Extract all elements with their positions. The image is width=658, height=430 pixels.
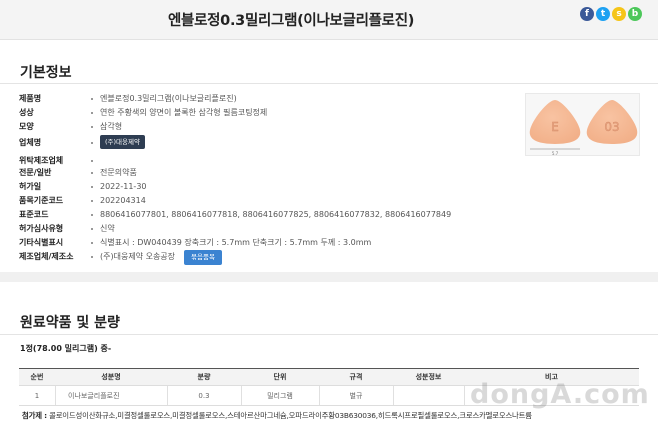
column-separator [319,386,320,405]
bullet-icon [91,256,93,258]
info-label: 표준코드 [19,210,49,219]
info-row: 모양 삼각형 [19,121,519,134]
info-label: 모양 [19,122,34,131]
additives-label: 첨가제 : [22,411,47,420]
column-header: 단위 [273,373,287,381]
page-title: 엔블로정0.3밀리그램(이나보글리플로진) [168,13,415,29]
info-row: 업체명 [19,137,519,150]
info-label: 허가심사유형 [19,224,64,233]
additives-list: 콜로이드성이산화규소,미결정셀룰로오스,미결정셀룰로오스,스테아르산마그네슘,오… [49,411,532,420]
info-row: 표준코드 8806416077801, 8806416077818, 880641… [19,209,519,222]
bullet-icon [91,112,93,114]
dimension-label: 5.7 [552,151,559,156]
column-header: 규격 [349,373,363,381]
bullet-icon [91,172,93,174]
info-value: 2022-11-30 [100,182,147,191]
pill-back-mark: 03 [604,120,619,134]
info-label: 제품명 [19,94,42,103]
info-value: 8806416077801, 8806416077818, 8806416077… [100,210,452,219]
bullet-icon [91,126,93,128]
bullet-icon [91,98,93,100]
info-row: 제조업체/제조소 (주)대웅제약 오송공장 [19,251,519,264]
bullet-icon [91,228,93,230]
info-label: 제조업체/제조소 [19,252,74,261]
bullet-icon [91,142,93,144]
bullet-icon [91,160,93,162]
additives-line: 첨가제 : 콜로이드성이산화규소,미결정셀룰로오스,미결정셀룰로오스,스테아르산… [22,410,532,421]
twitter-share-icon[interactable]: t [596,7,610,21]
band-share-icon[interactable]: b [628,7,642,21]
column-separator [241,386,242,405]
table-cell: 1 [34,392,40,400]
info-value: 식별표시 : DW040439 장축크기 : 5.7mm 단축크기 : 5.7m… [100,238,372,247]
basic-info-title: 기본정보 [20,65,72,81]
table-cell: 별규 [349,392,363,400]
info-row: 품목기준코드 202204314 [19,195,519,208]
info-row: 허가심사유형 신약 [19,223,519,236]
info-label: 기타식별표시 [19,238,64,247]
pill-image: E 03 5.7 [525,93,640,156]
ingredients-title: 원료약품 및 분량 [20,315,120,331]
info-value: 삼각형 [100,122,123,131]
section-divider [0,272,658,282]
bullet-icon [91,200,93,202]
watermark: dongA.com [470,379,650,410]
basic-info-rule [0,83,658,84]
pill-photo: E 03 5.7 [529,100,638,156]
bullet-icon [91,242,93,244]
table-cell [393,386,464,406]
info-row: 허가일 2022-11-30 [19,181,519,194]
info-label: 전문/일반 [19,168,52,177]
dose-count-line: 1정(78.00 밀리그램) 중- [20,344,112,353]
column-separator [55,386,56,405]
info-label: 업체명 [19,138,42,147]
info-row: 전문/일반 전문의약품 [19,167,519,180]
info-label: 품목기준코드 [19,196,64,205]
info-value: 신약 [100,224,115,233]
column-separator [464,386,465,405]
bullet-icon [91,186,93,188]
ingredients-rule [0,334,658,335]
table-cell: 이나보글리플로진 [68,392,120,400]
info-value: 엔블로정0.3밀리그램(이나보글리플로진) [100,94,237,103]
facebook-share-icon[interactable]: f [580,7,594,21]
info-value: 연한 주황색의 양면이 볼록한 삼각형 필름코팅정제 [100,108,268,117]
info-row: 제품명 엔블로정0.3밀리그램(이나보글리플로진) [19,93,519,106]
bundle-items-button[interactable]: 묶음품목 [184,250,222,265]
info-value: 전문의약품 [100,168,137,177]
column-header: 성분명 [101,373,121,381]
column-header: 성분정보 [415,373,442,381]
table-cell: 0.3 [198,392,210,400]
column-separator [393,386,394,405]
info-value: (주)대웅제약 오송공장 [100,252,176,261]
column-header: 분량 [197,373,211,381]
info-label: 성상 [19,108,34,117]
page-header: 엔블로정0.3밀리그램(이나보글리플로진) f t s b [0,0,658,40]
company-button[interactable]: (주)대웅제약 [100,135,145,149]
kakaostory-share-icon[interactable]: s [612,7,626,21]
info-label: 위탁제조업체 [19,156,64,165]
column-separator [167,386,168,405]
table-cell: 밀리그램 [267,392,293,400]
pill-front-mark: E [551,120,559,134]
info-value: 202204314 [100,196,146,205]
bullet-icon [91,214,93,216]
info-label: 허가일 [19,182,42,191]
info-row: 기타식별표시 식별표시 : DW040439 장축크기 : 5.7mm 단축크기 … [19,237,519,250]
column-header: 순번 [30,373,44,381]
info-row: 성상 연한 주황색의 양면이 볼록한 삼각형 필름코팅정제 [19,107,519,120]
